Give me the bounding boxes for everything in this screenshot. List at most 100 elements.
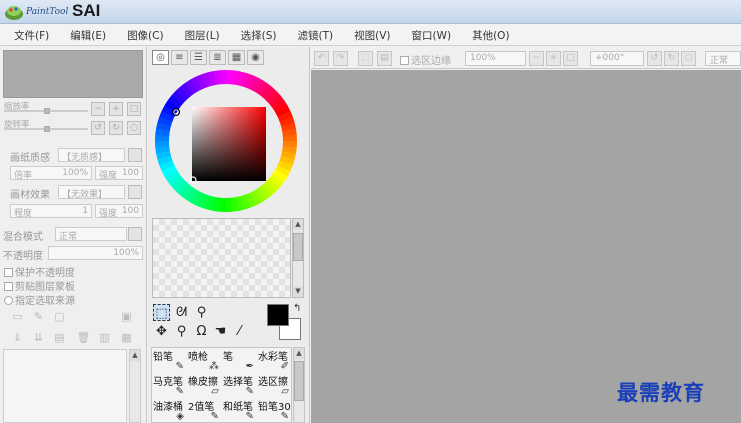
menu-edit[interactable]: 编辑(E)	[64, 24, 112, 45]
brush-select-pen[interactable]: 选择笔 ✎	[222, 373, 257, 398]
brush-airbrush[interactable]: 喷枪 ⁂	[187, 348, 222, 373]
merge-down-icon[interactable]: ⇊	[31, 330, 46, 345]
menu-select[interactable]: 选择(S)	[235, 24, 283, 45]
canvas-zoom-in-icon[interactable]: +	[546, 51, 561, 66]
brush-binary-pen[interactable]: 2值笔 ✎	[187, 398, 222, 423]
color-wheel-tab-icon[interactable]: ◎	[152, 50, 169, 65]
menu-other[interactable]: 其他(O)	[466, 24, 515, 45]
brush-eraser[interactable]: 橡皮擦 ▱	[187, 373, 222, 398]
zoom-in-button[interactable]: +	[109, 102, 123, 116]
hue-ring-segment	[230, 197, 239, 212]
magic-wand-icon[interactable]: ⚲	[193, 304, 210, 321]
preserve-opacity-checkbox[interactable]: 保护不透明度	[4, 264, 75, 279]
scroll-down-icon[interactable]: ▼	[293, 286, 303, 297]
scratchpad-scrollbar[interactable]: ▲ ▼	[292, 218, 304, 298]
new-folder-icon[interactable]: ▢	[52, 309, 67, 324]
canvas-zoom-out-icon[interactable]: −	[529, 51, 544, 66]
selection-edge-checkbox[interactable]: 选区边缘	[400, 52, 451, 67]
scale-field[interactable]: 倍率 100%	[10, 166, 92, 181]
layer-options-icon[interactable]: ▦	[119, 330, 134, 345]
canvas-area[interactable]	[311, 70, 741, 423]
lasso-icon[interactable]: ᘛ	[173, 304, 190, 321]
canvas-rotate-right-icon[interactable]: ↻	[664, 51, 679, 66]
canvas-zoom-reset-icon[interactable]: □	[563, 51, 578, 66]
brush-pencil30[interactable]: 铅笔30 ✎	[257, 398, 292, 423]
layer-scrollbar[interactable]: ▲	[129, 349, 141, 423]
navigator-preview[interactable]	[3, 50, 143, 98]
delete-layer-icon[interactable]: 🗑	[76, 330, 91, 345]
hue-ring-segment	[185, 79, 199, 95]
color-wheel[interactable]	[154, 69, 298, 213]
paper-effect-dropdown-icon[interactable]	[128, 185, 142, 199]
swatches-tab-icon[interactable]: ≣	[209, 50, 226, 65]
brush-bucket[interactable]: 油漆桶 ◈	[152, 398, 187, 423]
scroll-up-icon[interactable]: ▲	[294, 348, 304, 359]
zoom-reset-button[interactable]: □	[127, 102, 141, 116]
lock-layer-icon[interactable]: ▥	[97, 330, 112, 345]
redo-icon[interactable]: ↷	[333, 51, 348, 66]
rotation-field[interactable]: +000°	[590, 51, 644, 66]
canvas-blend-select[interactable]: 正常	[705, 51, 741, 66]
foreground-color-swatch[interactable]	[267, 304, 289, 326]
menu-window[interactable]: 窗口(W)	[406, 24, 458, 45]
rect-select-icon[interactable]: ⬚	[153, 304, 170, 321]
menu-filter[interactable]: 滤镜(T)	[292, 24, 340, 45]
zoom-out-button[interactable]: −	[91, 102, 105, 116]
layer-mask-icon[interactable]: ▣	[119, 309, 134, 324]
hand-icon[interactable]: ☚	[212, 323, 229, 340]
invert-selection-icon[interactable]: ▤	[377, 51, 392, 66]
hsv-slider-tab-icon[interactable]: ☰	[190, 50, 207, 65]
brush-pencil[interactable]: 铅笔 ✎	[152, 348, 187, 373]
brush-select-eraser[interactable]: 选区擦 ▱	[257, 373, 292, 398]
opacity-field[interactable]: 100%	[48, 246, 143, 260]
rotate-right-button[interactable]: ↻	[109, 121, 123, 135]
clear-layer-icon[interactable]: ▤	[52, 330, 67, 345]
rotate-slider[interactable]: 旋转率	[4, 118, 88, 132]
scroll-up-icon[interactable]: ▲	[130, 350, 140, 361]
scroll-thumb[interactable]	[293, 233, 303, 261]
rotate-icon[interactable]: Ω	[193, 323, 210, 340]
undo-icon[interactable]: ↶	[314, 51, 329, 66]
strength-field[interactable]: 强度 100	[95, 166, 143, 181]
zoom-icon[interactable]: ⚲	[173, 323, 190, 340]
scroll-thumb[interactable]	[294, 361, 304, 401]
paper-texture-dropdown-icon[interactable]	[128, 148, 142, 162]
scratchpad[interactable]	[152, 218, 291, 298]
rotate-left-button[interactable]: ↺	[91, 121, 105, 135]
menu-view[interactable]: 视图(V)	[348, 24, 396, 45]
paper-effect-select[interactable]: 【无效果】	[58, 185, 125, 200]
clipping-checkbox[interactable]: 剪贴图层蒙板	[4, 278, 75, 293]
new-layer-icon[interactable]: ▭	[10, 309, 25, 324]
brush-watercolor[interactable]: 水彩笔 ✐	[257, 348, 292, 373]
brush-washi-pen[interactable]: 和纸笔 ✎	[222, 398, 257, 423]
deselect-icon[interactable]: ⬚	[358, 51, 373, 66]
canvas-rotate-reset-icon[interactable]: ○	[681, 51, 696, 66]
brush-pen[interactable]: 笔 ✒	[222, 348, 257, 373]
paper-texture-select[interactable]: 【无质感】	[58, 148, 125, 163]
menu-layer[interactable]: 图层(L)	[179, 24, 226, 45]
menu-image[interactable]: 图像(C)	[121, 24, 170, 45]
zoom-slider[interactable]: 缩放率	[4, 100, 88, 114]
move-icon[interactable]: ✥	[153, 323, 170, 340]
menu-file[interactable]: 文件(F)	[8, 24, 55, 45]
zoom-field[interactable]: 100%	[465, 51, 526, 66]
brush-marker[interactable]: 马克笔 ✎	[152, 373, 187, 398]
canvas-rotate-left-icon[interactable]: ↺	[647, 51, 662, 66]
new-linework-layer-icon[interactable]: ✎	[31, 309, 46, 324]
blend-mode-dropdown-icon[interactable]	[128, 227, 142, 241]
strength2-field[interactable]: 强度 100	[95, 204, 143, 219]
rgb-slider-tab-icon[interactable]: ≡	[171, 50, 188, 65]
blend-mode-select[interactable]: 正常	[55, 227, 127, 242]
scroll-up-icon[interactable]: ▲	[293, 219, 303, 230]
selection-source-radio[interactable]: 指定选取来源	[4, 292, 75, 307]
transfer-down-icon[interactable]: ⇓	[10, 330, 25, 345]
palette-tab-icon[interactable]: ▦	[228, 50, 245, 65]
scratchpad-tab-icon[interactable]: ◉	[247, 50, 264, 65]
layer-list[interactable]	[3, 349, 127, 423]
eyedropper-icon[interactable]: ⁄	[231, 323, 248, 340]
rotate-reset-button[interactable]: ○	[127, 121, 141, 135]
swap-colors-icon[interactable]: ↰	[293, 303, 301, 314]
hue-ring-segment	[184, 187, 198, 203]
brush-scrollbar[interactable]: ▲	[293, 347, 305, 423]
degree-field[interactable]: 程度 1	[10, 204, 92, 219]
